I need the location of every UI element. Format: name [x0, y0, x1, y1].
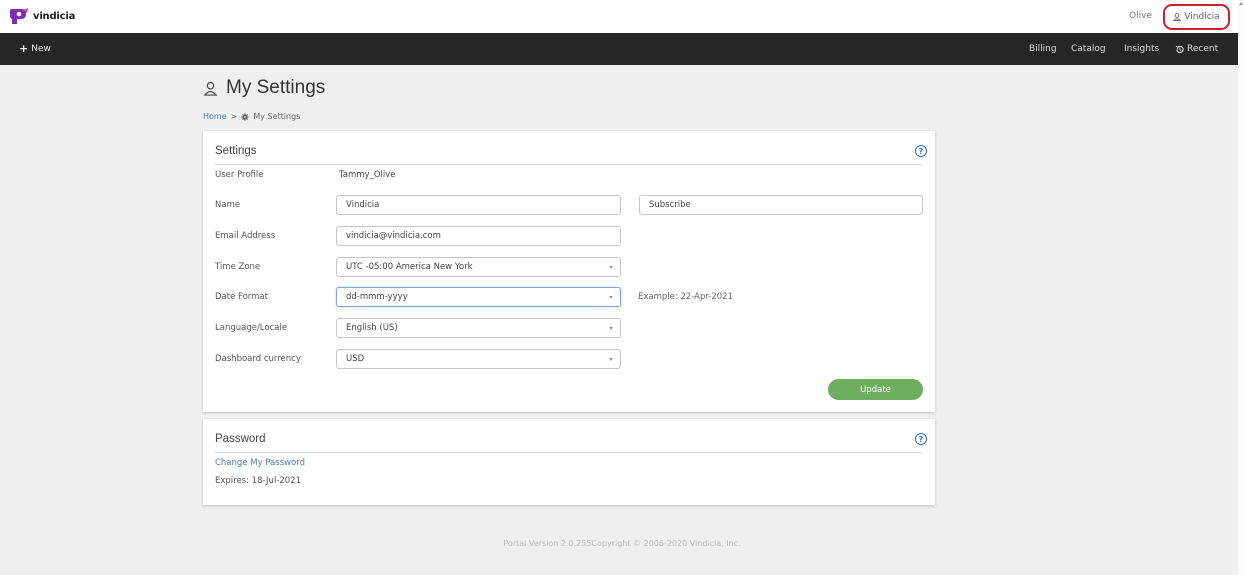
gear-icon [241, 112, 249, 121]
timezone-label: Time Zone [215, 262, 261, 272]
password-divider [215, 452, 923, 453]
user-name-short[interactable]: Olive [1129, 11, 1152, 21]
new-button[interactable]: + New [19, 42, 51, 55]
currency-label: Dashboard currency [215, 354, 301, 364]
footer-text: Portal Version 2.0.255Copyright © 2006-2… [503, 539, 741, 548]
nav-catalog[interactable]: Catalog [1071, 44, 1106, 54]
user-profile-value: Tammy_Olive [339, 170, 396, 180]
breadcrumb: Home > My Settings [203, 112, 300, 121]
subscribe-field[interactable]: Subscribe [639, 195, 923, 215]
settings-title: Settings [215, 145, 257, 157]
nav-billing[interactable]: Billing [1029, 44, 1057, 54]
nav-recent[interactable]: Recent [1175, 44, 1218, 54]
logo-wordmark: vindicia [33, 11, 76, 22]
top-bar: vindicia Olive Vindicia [0, 0, 1244, 33]
vindicia-logo-icon [10, 8, 28, 24]
breadcrumb-separator: > [230, 112, 238, 121]
date-format-example: Example: 22-Apr-2021 [638, 292, 733, 302]
user-profile-label: User Profile [215, 170, 264, 180]
settings-divider [215, 164, 923, 165]
breadcrumb-home-link[interactable]: Home [203, 112, 227, 121]
page-title: My Settings [203, 77, 325, 99]
timezone-select[interactable]: UTC -05:00 America New York [336, 257, 621, 277]
name-field[interactable]: Vindicia [336, 195, 621, 215]
date-format-label: Date Format [215, 292, 268, 302]
password-card: Password ? Change My Password Expires: 1… [203, 419, 935, 505]
breadcrumb-current: My Settings [253, 112, 301, 121]
main-nav: + New Billing Catalog Insights Recent [0, 33, 1244, 65]
name-label: Name [215, 200, 241, 210]
locale-select[interactable]: English (US) [336, 318, 621, 338]
email-label: Email Address [215, 231, 276, 241]
history-icon [1175, 45, 1184, 53]
account-menu-button[interactable]: Vindicia [1163, 4, 1230, 30]
password-expires: Expires: 18-Jul-2021 [215, 476, 302, 486]
page-title-text: My Settings [226, 77, 326, 98]
new-label: New [31, 44, 51, 54]
change-password-link[interactable]: Change My Password [215, 458, 305, 468]
account-name: Vindicia [1184, 12, 1220, 22]
password-help-icon[interactable]: ? [915, 433, 927, 445]
date-format-select[interactable]: dd-mmm-yyyy [336, 287, 621, 307]
recent-label: Recent [1187, 44, 1219, 54]
scroll-up-arrow-icon[interactable] [1239, 2, 1243, 5]
settings-card: Settings ? User Profile Tammy_Olive Name… [203, 131, 935, 412]
plus-icon: + [19, 42, 29, 55]
vindicia-logo[interactable]: vindicia [8, 8, 75, 25]
user-icon [203, 81, 218, 96]
currency-select[interactable]: USD [336, 349, 621, 369]
password-title: Password [215, 433, 266, 445]
email-field[interactable]: vindicia@vindicia.com [336, 226, 621, 246]
settings-help-icon[interactable]: ? [915, 145, 927, 157]
page-scrollbar[interactable] [1238, 0, 1244, 575]
user-icon [1173, 13, 1182, 21]
locale-label: Language/Locale [215, 323, 288, 333]
nav-insights[interactable]: Insights [1124, 44, 1159, 54]
update-button[interactable]: Update [828, 379, 923, 400]
